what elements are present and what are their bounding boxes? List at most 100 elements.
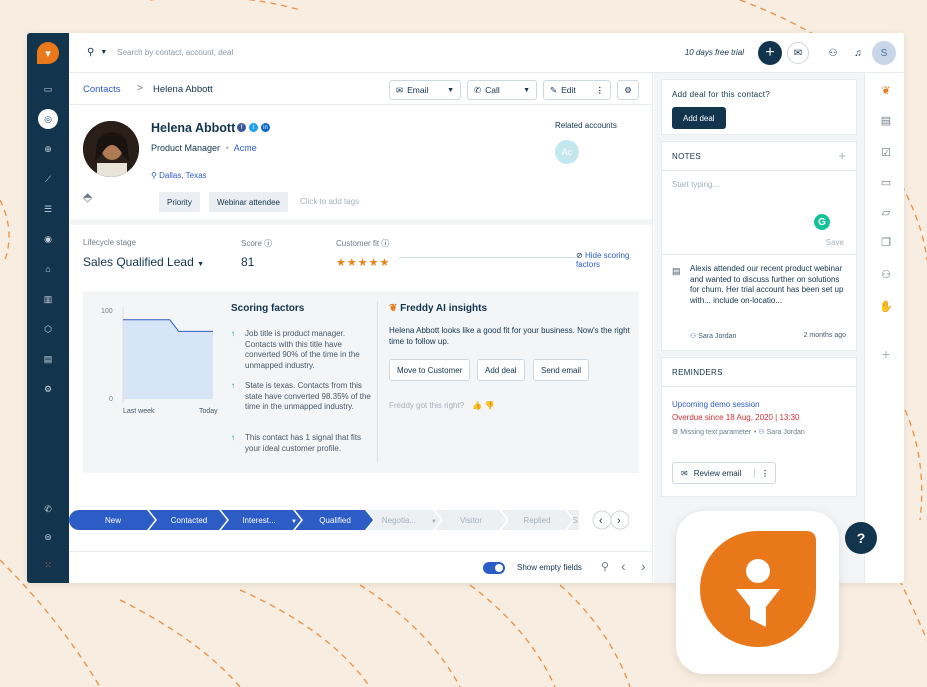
task-icon[interactable]: ☑ <box>879 145 893 159</box>
user-avatar[interactable]: S <box>872 41 896 65</box>
analytics-icon[interactable]: ▥ <box>38 289 58 309</box>
documents-icon[interactable]: ▤ <box>38 349 58 369</box>
users-icon[interactable]: ⚇ <box>879 267 893 281</box>
folder-icon[interactable]: ▱ <box>879 205 893 219</box>
document-icon[interactable]: ▤ <box>879 113 893 127</box>
job-title: Product Manager • Acme <box>151 143 257 153</box>
trial-text[interactable]: 10 days free trial <box>685 48 744 57</box>
chevron-left-icon[interactable]: ‹ <box>621 558 626 574</box>
linkedin-icon[interactable]: in <box>261 123 270 132</box>
search-input[interactable]: Search by contact, account, deal <box>117 48 233 57</box>
right-panel: Add deal for this contact? Add deal NOTE… <box>654 73 864 583</box>
gear-icon: ⚙ <box>624 84 632 95</box>
bot-icon[interactable]: ⌂ <box>38 259 58 279</box>
reminders-divider <box>662 386 856 387</box>
thumbs-up-icon[interactable]: 👍 <box>472 401 482 410</box>
add-deal-prompt: Add deal for this contact? <box>672 90 771 99</box>
settings-icon[interactable]: ⚙ <box>38 379 58 399</box>
target-icon[interactable]: ◉ <box>38 229 58 249</box>
lifecycle-stage-dropdown[interactable]: Sales Qualified Lead ▼ <box>83 255 204 269</box>
reminder-title[interactable]: Upcoming demo session <box>672 400 760 409</box>
chart-y-tick: 100 <box>101 308 113 315</box>
add-deal-card-button[interactable]: Add deal <box>672 107 726 129</box>
note-author-name: Sara Jordan <box>698 333 737 340</box>
review-email-button[interactable]: ✉ Review email ⋮ <box>672 462 776 484</box>
chevron-right-icon[interactable]: › <box>641 558 646 574</box>
chart-x-tick: Last week <box>123 408 155 415</box>
conversations-icon[interactable]: ☰ <box>38 199 58 219</box>
contacts-search-icon[interactable]: ⚇ <box>822 42 844 64</box>
search-dropdown-icon[interactable]: ▼ <box>100 49 107 56</box>
review-email-label: Review email <box>693 468 742 478</box>
quick-add-button[interactable]: + <box>758 41 782 65</box>
thumbs-down-icon[interactable]: 👎 <box>485 401 495 410</box>
more-icon[interactable]: ⋮ <box>596 85 605 96</box>
company-link[interactable]: Acme <box>234 143 257 153</box>
notes-title: NOTES <box>672 152 702 161</box>
contacts-icon[interactable]: ◎ <box>38 109 58 129</box>
note-text[interactable]: Alexis attended our recent product webin… <box>690 264 848 306</box>
breadcrumb-contacts-link[interactable]: Contacts <box>83 84 121 95</box>
arrow-up-icon: ↑ <box>231 329 235 338</box>
show-empty-fields-toggle[interactable] <box>483 562 505 574</box>
send-email-button[interactable]: Send email <box>533 359 590 381</box>
score-value: 81 <box>241 255 255 269</box>
bell-icon[interactable]: ♫ <box>847 42 869 64</box>
reminder-meta: ⚙ Missing text parameter <box>672 428 756 438</box>
products-icon[interactable]: ⬡ <box>38 319 58 339</box>
info-icon[interactable]: ⓘ <box>381 239 389 248</box>
info-icon[interactable]: ⓘ <box>264 239 272 248</box>
add-note-icon[interactable]: + <box>838 148 846 163</box>
reports-icon[interactable]: ⟋ <box>38 169 58 189</box>
freddy-feedback: Freddy got this right? 👍 👎 <box>389 401 495 410</box>
edit-button[interactable]: ✎ Edit ⋮ <box>543 80 611 100</box>
freddy-insights-text: Helena Abbott looks like a good fit for … <box>389 326 630 346</box>
note-author: ⚇ Sara Jordan <box>690 332 736 340</box>
related-account-avatar[interactable]: Ac <box>555 140 579 164</box>
add-app-icon[interactable]: + <box>879 346 893 362</box>
add-tags-input[interactable]: Click to add tags <box>300 197 359 206</box>
note-icon: ▤ <box>672 266 681 276</box>
calendar-icon[interactable]: ▭ <box>879 175 893 189</box>
hand-icon[interactable]: ✋ <box>879 299 893 313</box>
add-deal-button[interactable]: Add deal <box>477 359 525 381</box>
customer-fit-label: Customer fit ⓘ <box>336 238 389 249</box>
chat-icon[interactable]: ⊜ <box>38 527 58 547</box>
location-text: Dallas, Texas <box>159 171 207 180</box>
tag-chip[interactable]: Priority <box>159 192 200 212</box>
calendar-icon[interactable]: ▭ <box>38 79 58 99</box>
apps-grid-icon[interactable]: ⁙ <box>38 555 58 575</box>
mail-icon[interactable]: ✉ <box>787 42 809 64</box>
email-button[interactable]: ✉ Email ▼ <box>389 80 461 100</box>
separator-dot: • <box>754 429 757 436</box>
related-accounts-label: Related accounts <box>555 121 617 130</box>
copy-icon[interactable]: ❐ <box>879 235 893 249</box>
call-button[interactable]: ✆ Call ▼ <box>467 80 537 100</box>
hide-scoring-factors-link[interactable]: ⊘ Hide scoring factors <box>576 251 652 269</box>
app-logo-icon[interactable]: ▾ <box>37 42 59 64</box>
settings-button[interactable]: ⚙ <box>617 80 639 100</box>
freddy-rail-icon[interactable]: ❦ <box>879 83 893 97</box>
chevron-right-icon: › <box>617 515 621 527</box>
facebook-icon[interactable]: f <box>237 123 246 132</box>
eye-off-icon: ⊘ <box>576 251 583 260</box>
more-icon[interactable]: ⋮ <box>754 468 775 478</box>
tag-chip[interactable]: Webinar attendee <box>209 192 289 212</box>
search-bar[interactable]: ⚲ ▼ Search by contact, account, deal <box>87 47 233 58</box>
right-rail: ❦ ▤ ☑ ▭ ▱ ❐ ⚇ ✋ + <box>864 73 904 583</box>
freshsales-logo-icon <box>700 531 816 647</box>
move-to-customer-button[interactable]: Move to Customer <box>389 359 471 381</box>
twitter-icon[interactable]: t <box>249 123 258 132</box>
freshsales-logo <box>676 511 839 674</box>
note-input[interactable]: Start typing... <box>672 180 719 189</box>
grammarly-icon[interactable]: G <box>814 214 830 230</box>
pipeline-stages: New Contacted Interest... ▼ Qualified Ne… <box>69 510 629 530</box>
freddy-feedback-text: Freddy got this right? <box>389 401 465 410</box>
phone-icon[interactable]: ✆ <box>38 499 58 519</box>
deals-icon[interactable]: ⊕ <box>38 139 58 159</box>
help-button[interactable]: ? <box>845 522 877 554</box>
save-note-button[interactable]: Save <box>826 238 844 247</box>
search-icon[interactable]: ⚲ <box>601 560 609 573</box>
location[interactable]: ⚲ Dallas, Texas <box>151 171 207 180</box>
left-sidebar: ▾ ▭ ◎ ⊕ ⟋ ☰ ◉ ⌂ ▥ ⬡ ▤ ⚙ ✆ ⊜ ⁙ <box>27 33 69 583</box>
